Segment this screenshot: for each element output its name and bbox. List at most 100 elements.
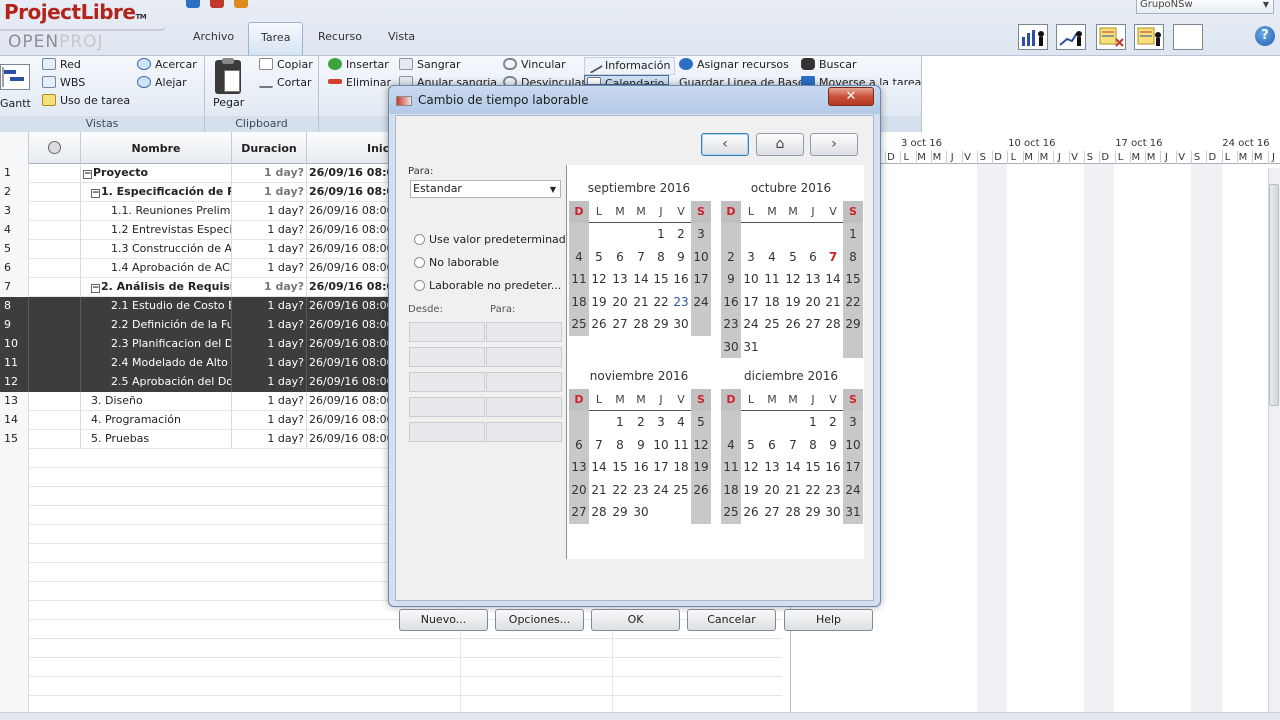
calendar-day[interactable]: 29 (610, 501, 630, 523)
from-time-field[interactable] (409, 347, 485, 367)
calendar-day[interactable]: 24 (691, 290, 711, 313)
calendar-day[interactable]: 27 (803, 313, 823, 335)
close-button[interactable]: ✕ (828, 87, 874, 106)
calendar-day[interactable]: 12 (741, 456, 761, 478)
task-start[interactable]: 26/09/16 08:00 (307, 411, 390, 430)
task-start[interactable]: 26/09/16 08:00 (307, 297, 390, 316)
task-duration[interactable]: 1 day? (232, 259, 307, 278)
wbs-view-button[interactable]: WBS (42, 75, 85, 91)
chart-person-icon[interactable] (1056, 24, 1086, 50)
new-button[interactable]: Nuevo... (399, 609, 488, 631)
row-number[interactable]: 13 (0, 392, 29, 411)
blank-view-button[interactable] (1173, 24, 1203, 50)
task-duration[interactable]: 1 day? (232, 316, 307, 335)
calendar-day[interactable]: 7 (823, 246, 843, 268)
ok-button[interactable]: OK (591, 609, 680, 631)
row-indicator[interactable] (29, 316, 81, 335)
calendar-day[interactable]: 26 (741, 501, 761, 523)
task-start[interactable]: 26/09/16 08:00 (307, 164, 390, 183)
empty-row[interactable] (0, 639, 782, 658)
calendar-day[interactable]: 31 (741, 336, 761, 358)
task-duration[interactable]: 1 day? (232, 202, 307, 221)
calendar-day[interactable]: 13 (610, 268, 630, 290)
task-start[interactable]: 26/09/16 08:00 (307, 183, 390, 202)
header-indicators[interactable] (29, 132, 81, 164)
row-number[interactable]: 4 (0, 221, 29, 240)
calendar-day[interactable]: 22 (843, 290, 863, 313)
save-baseline-button[interactable]: Guardar Linea de Base (679, 75, 805, 85)
calendar-day[interactable]: 23 (823, 479, 843, 501)
link-button[interactable]: Vincular (503, 57, 566, 73)
calendar-day[interactable]: 24 (843, 478, 863, 501)
task-name[interactable]: 1.3 Construcción de Acta (81, 240, 232, 259)
calendar-day[interactable]: 20 (569, 478, 589, 501)
calendar-day[interactable]: 17 (691, 268, 711, 290)
calendar-day[interactable]: 13 (569, 456, 589, 478)
calendar-day[interactable]: 18 (569, 290, 589, 313)
save-icon[interactable] (186, 0, 200, 8)
task-duration[interactable]: 1 day? (232, 335, 307, 354)
calendar-day[interactable]: 4 (671, 411, 691, 433)
calendar-day[interactable]: 3 (741, 246, 761, 268)
calendar-day[interactable]: 11 (762, 268, 782, 290)
calendar-day[interactable]: 20 (803, 291, 823, 313)
calendar-day[interactable]: 27 (569, 501, 589, 523)
calendar-day[interactable]: 6 (762, 434, 782, 456)
calendar-day[interactable]: 7 (631, 246, 651, 268)
row-indicator[interactable] (29, 164, 81, 183)
from-time-field[interactable] (409, 372, 485, 392)
row-number[interactable]: 2 (0, 183, 29, 202)
task-duration[interactable]: 1 day? (232, 164, 307, 183)
calendar-day[interactable]: 19 (741, 479, 761, 501)
task-name[interactable]: −1. Especificación de Requisitos (81, 183, 232, 202)
menu-tab-recurso[interactable]: Recurso (306, 22, 374, 55)
row-indicator[interactable] (29, 240, 81, 259)
calendar-day[interactable]: 1 (843, 223, 863, 245)
search-button[interactable]: Buscar (801, 57, 857, 73)
menu-tab-archivo[interactable]: Archivo (181, 22, 246, 55)
row-number[interactable]: 8 (0, 297, 29, 316)
calendar-day[interactable]: 2 (631, 411, 651, 433)
calendar-day[interactable]: 10 (741, 268, 761, 290)
task-usage-remove-icon[interactable] (1096, 24, 1126, 50)
calendar-day[interactable]: 14 (823, 268, 843, 290)
menu-tab-tarea[interactable]: Tarea (248, 22, 304, 55)
calendar-day[interactable]: 23 (671, 291, 691, 313)
calendar-day[interactable]: 22 (610, 479, 630, 501)
paste-button[interactable]: Pegar (213, 95, 244, 111)
calendar-day[interactable]: 28 (823, 313, 843, 335)
task-usage-view-button[interactable]: Uso de tarea (42, 93, 130, 109)
task-name[interactable]: 5. Pruebas (81, 430, 232, 449)
task-name[interactable]: −2. Análisis de Requisitos (81, 278, 232, 297)
task-duration[interactable]: 1 day? (232, 430, 307, 449)
task-name[interactable]: 1.2 Entrevistas Especificas (81, 221, 232, 240)
calendar-day[interactable]: 10 (843, 433, 863, 456)
to-time-field[interactable] (486, 347, 562, 367)
resource-histogram-icon[interactable] (1018, 24, 1048, 50)
help-button[interactable]: Help (784, 609, 873, 631)
calendar-day[interactable]: 12 (783, 268, 803, 290)
task-start[interactable]: 26/09/16 08:00 (307, 316, 390, 335)
calendar-day[interactable]: 30 (721, 335, 741, 358)
row-number[interactable]: 9 (0, 316, 29, 335)
calendar-day[interactable]: 29 (803, 501, 823, 523)
task-start[interactable]: 26/09/16 08:00 (307, 202, 390, 221)
task-name[interactable]: 2.2 Definición de la Funcionalidad (81, 316, 232, 335)
task-duration[interactable]: 1 day? (232, 297, 307, 316)
row-number[interactable]: 1 (0, 164, 29, 183)
collapse-icon[interactable]: − (91, 189, 100, 198)
header-duration[interactable]: Duracion (232, 132, 307, 164)
group-select[interactable]: GrupoNSw ▼ (1136, 0, 1274, 14)
row-indicator[interactable] (29, 430, 81, 449)
calendar-day[interactable]: 19 (589, 291, 609, 313)
options-button[interactable]: Opciones... (495, 609, 584, 631)
calendar-day[interactable]: 18 (762, 291, 782, 313)
calendar-day[interactable]: 16 (671, 268, 691, 290)
row-indicator[interactable] (29, 354, 81, 373)
task-name[interactable]: 1.4 Aprobación de ACP (81, 259, 232, 278)
radio-nondefault-working[interactable]: Laborable no predeter... (414, 279, 561, 292)
collapse-icon[interactable]: − (91, 284, 100, 293)
from-time-field[interactable] (409, 397, 485, 417)
calendar-day[interactable]: 31 (843, 501, 863, 523)
task-duration[interactable]: 1 day? (232, 183, 307, 202)
